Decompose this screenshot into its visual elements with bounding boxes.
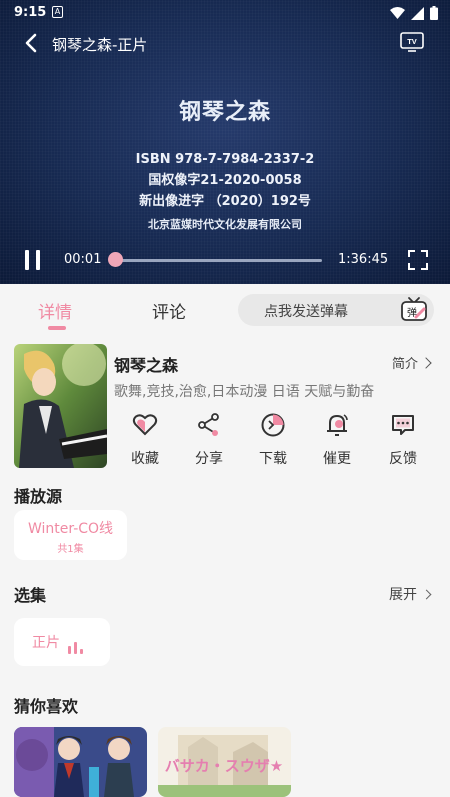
danmu-input[interactable]: 点我发送弹幕 弹: [238, 294, 434, 326]
danmu-placeholder: 点我发送弹幕: [264, 304, 348, 320]
video-player[interactable]: 9:15 A 钢琴之森-正片 TV 钢琴之森 ISBN 978-7-7984-2…: [0, 0, 450, 284]
wifi-icon: [390, 7, 405, 19]
notification-icon: A: [52, 6, 63, 18]
tab-bar: 详情 评论 点我发送弹幕 弹: [0, 284, 450, 336]
cover-isbn: ISBN 978-7-7984-2337-2: [135, 152, 315, 167]
detail-panel: 详情 评论 点我发送弹幕 弹 钢琴之森 简介 歌舞,竞技,治愈,日本动漫 日语 …: [0, 284, 450, 797]
feedback-label: 反馈: [389, 451, 417, 467]
download-button[interactable]: 下载: [248, 412, 298, 468]
cover-company: 北京蓝媒时代文化发展有限公司: [148, 218, 302, 231]
intro-label: 简介: [391, 357, 418, 372]
recommend-item-2-caption: バサカ・スウザ★: [165, 757, 283, 775]
bell-icon: [327, 414, 348, 436]
expand-episodes[interactable]: 展开: [389, 584, 432, 604]
anime-poster[interactable]: [14, 344, 107, 468]
svg-text:TV: TV: [407, 37, 417, 46]
share-button[interactable]: 分享: [184, 412, 234, 468]
cover-license: 国权像字21-2020-0058: [148, 173, 302, 188]
share-label: 分享: [195, 451, 223, 467]
progress-track[interactable]: [114, 259, 322, 262]
anime-title: 钢琴之森: [114, 356, 179, 375]
pause-icon[interactable]: [24, 250, 42, 270]
battery-icon: [430, 6, 438, 20]
recommend-item-1[interactable]: [14, 727, 147, 797]
feedback-button[interactable]: 反馈: [378, 412, 428, 468]
danmu-button-label: 弹: [407, 306, 417, 319]
signal-icon: [411, 6, 424, 20]
tv-cast-icon[interactable]: TV: [400, 32, 424, 52]
source-count: 共1集: [57, 544, 84, 555]
favorite-button[interactable]: 收藏: [120, 412, 170, 468]
episode-label: 正片: [32, 635, 60, 651]
expand-label: 展开: [389, 587, 417, 603]
player-controls: 00:01 1:36:45: [0, 246, 450, 274]
source-option[interactable]: Winter-CO线 共1集: [14, 510, 127, 560]
status-time: 9:15: [14, 5, 47, 20]
cover-info: ISBN 978-7-7984-2337-2 国权像字21-2020-0058 …: [0, 149, 450, 212]
chevron-right-icon: [420, 357, 432, 369]
episode-item[interactable]: 正片: [14, 618, 110, 666]
source-section-title: 播放源: [14, 487, 63, 506]
tab-details[interactable]: 详情: [38, 298, 72, 323]
video-title: 钢琴之森-正片: [52, 36, 148, 54]
current-time: 00:01: [64, 252, 102, 267]
intro-link[interactable]: 简介: [391, 353, 432, 372]
tab-indicator: [48, 326, 66, 330]
source-name: Winter-CO线: [27, 521, 114, 537]
recommend-item-2[interactable]: バサカ・スウザ★: [158, 727, 291, 797]
back-arrow-icon[interactable]: [22, 32, 42, 54]
fullscreen-icon[interactable]: [408, 250, 428, 270]
favorite-label: 收藏: [131, 451, 159, 467]
chevron-right-icon: [421, 589, 432, 600]
status-bar: 9:15 A: [0, 0, 450, 26]
share-icon: [198, 413, 219, 436]
duration: 1:36:45: [338, 252, 389, 267]
action-bar: 收藏 分享 下载 催更 反馈: [114, 412, 434, 468]
playing-bars-icon: [68, 642, 88, 654]
download-icon: [261, 413, 285, 437]
tab-comments[interactable]: 评论: [152, 298, 186, 323]
progress-thumb[interactable]: [108, 252, 123, 267]
download-label: 下载: [259, 451, 287, 467]
episode-section-title: 选集: [14, 586, 47, 605]
urge-update-button[interactable]: 催更: [312, 412, 362, 468]
danmu-tv-icon[interactable]: 弹: [400, 296, 428, 322]
anime-tags: 歌舞,竞技,治愈,日本动漫 日语 天赋与勤奋: [114, 384, 375, 400]
heart-icon: [132, 414, 158, 436]
urge-update-label: 催更: [323, 451, 351, 467]
recommend-section-title: 猜你喜欢: [14, 697, 79, 716]
cover-title: 钢琴之森: [178, 100, 271, 125]
cover-import: 新出像进字 （2020）192号: [139, 194, 311, 209]
feedback-icon: [392, 415, 414, 435]
